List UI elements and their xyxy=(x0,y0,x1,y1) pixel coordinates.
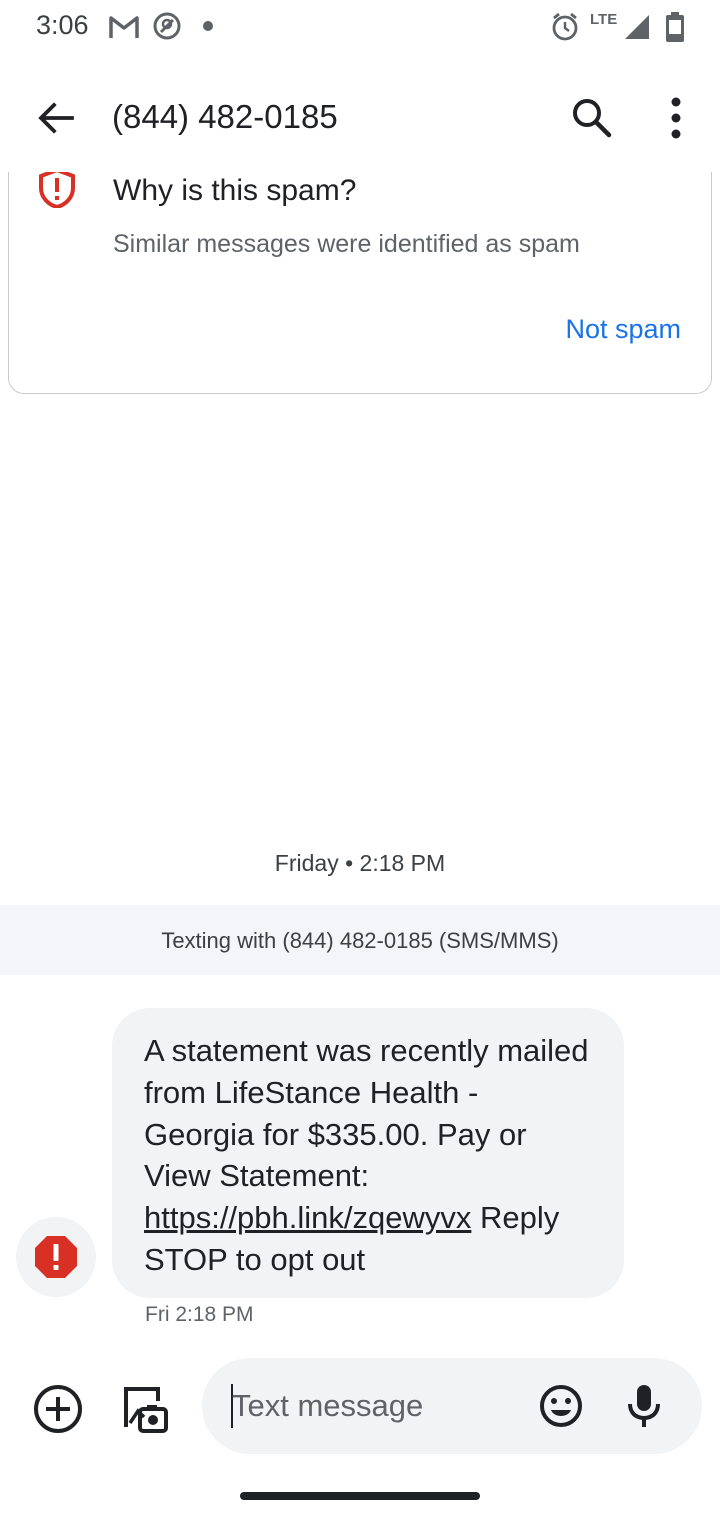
date-separator: Friday • 2:18 PM xyxy=(274,850,446,876)
mic-icon[interactable] xyxy=(622,1382,666,1430)
message-link[interactable]: https://pbh.link/zqewyvx xyxy=(144,1200,471,1235)
back-arrow-icon[interactable] xyxy=(34,96,78,140)
conversation-title: (844) 482-0185 xyxy=(112,98,338,135)
battery-icon xyxy=(666,12,684,42)
status-time: 3:06 xyxy=(36,10,89,40)
add-circle-icon[interactable] xyxy=(32,1383,84,1435)
error-alert-icon xyxy=(35,1236,77,1278)
compose-box xyxy=(202,1358,702,1454)
messages-screen: 3:06 LTE (844) 482-0185 Why is this spam… xyxy=(0,0,720,1520)
not-spam-button[interactable]: Not spam xyxy=(565,314,681,345)
lte-icon: LTE xyxy=(590,11,618,28)
more-vert-icon[interactable] xyxy=(654,94,698,142)
incoming-message-bubble[interactable]: A statement was recently mailed from Lif… xyxy=(112,1008,624,1298)
emoji-icon[interactable] xyxy=(538,1383,584,1429)
status-bar: 3:06 LTE xyxy=(0,0,720,56)
message-text: A statement was recently mailed from Lif… xyxy=(144,1033,589,1194)
spam-shield-icon xyxy=(39,168,75,208)
sms-mode-banner: Texting with (844) 482-0185 (SMS/MMS) xyxy=(0,905,720,975)
at-sign-icon xyxy=(153,12,181,40)
alarm-icon xyxy=(552,12,578,41)
dot-icon xyxy=(203,21,213,31)
message-input[interactable] xyxy=(232,1380,512,1432)
signal-icon xyxy=(625,15,649,39)
gmail-icon xyxy=(109,16,139,38)
search-icon[interactable] xyxy=(568,94,616,142)
spam-info-card: Why is this spam? Similar messages were … xyxy=(8,140,712,394)
message-error-avatar[interactable] xyxy=(16,1217,96,1297)
app-bar: (844) 482-0185 xyxy=(0,64,720,172)
spam-description: Similar messages were identified as spam xyxy=(113,230,580,258)
gallery-camera-icon[interactable] xyxy=(116,1383,168,1435)
spam-heading: Why is this spam? xyxy=(113,174,357,207)
gesture-nav-bar[interactable] xyxy=(240,1492,480,1500)
message-timestamp: Fri 2:18 PM xyxy=(145,1303,254,1326)
